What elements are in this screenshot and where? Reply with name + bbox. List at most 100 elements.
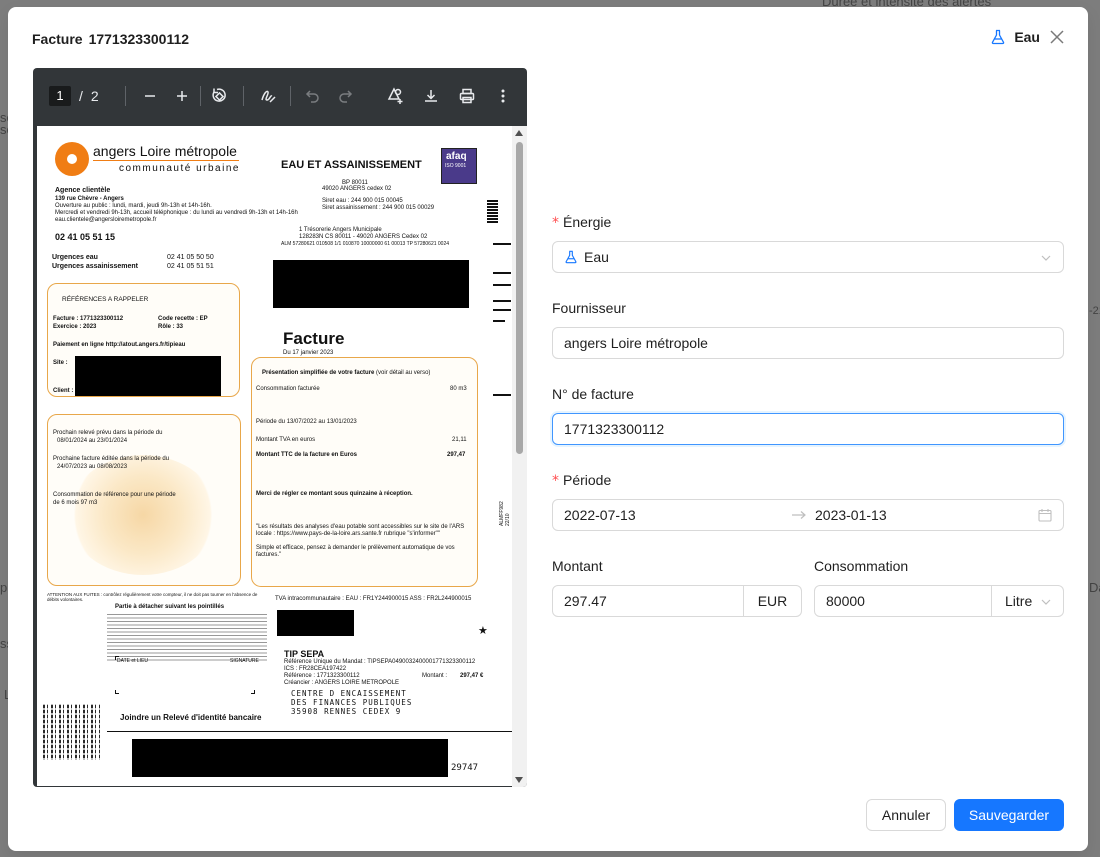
- zoom-out-icon[interactable]: [136, 82, 164, 110]
- agence-email: eau.clientele@angersloiremetropole.fr: [55, 217, 157, 223]
- montant-input[interactable]: 297.47: [552, 585, 744, 617]
- download-icon[interactable]: [417, 82, 445, 110]
- fold-mark: [493, 300, 511, 302]
- pdf-page: angers Loire métropole communauté urbain…: [37, 126, 512, 786]
- afaq-badge: afaq ISO 9001: [441, 148, 477, 184]
- energie-select[interactable]: Eau: [552, 241, 1064, 273]
- urgences-ass-label: Urgences assainissement: [52, 263, 138, 270]
- fournisseur-input[interactable]: angers Loire métropole: [552, 327, 1064, 359]
- toolbar-divider: [289, 86, 291, 106]
- energie-label: * Énergie: [552, 214, 612, 231]
- consommation-input[interactable]: 80000: [814, 585, 992, 617]
- fournisseur-label: Fournisseur: [552, 300, 626, 316]
- add-annotation-icon[interactable]: [381, 82, 409, 110]
- facture-heading: Facture: [283, 329, 345, 348]
- fournisseur-value: angers Loire métropole: [564, 335, 708, 351]
- modal-title-number: 1771323300112: [88, 31, 190, 47]
- pdf-toolbar: 1 / 2: [33, 68, 527, 124]
- header-energy: Eau: [990, 29, 1040, 45]
- fold-mark: [493, 284, 511, 286]
- signature-label: SIGNATURE: [230, 658, 259, 664]
- periode-start[interactable]: 2022-07-13: [564, 507, 791, 523]
- arrow-right-icon: [792, 511, 806, 519]
- fold-mark: [493, 243, 511, 245]
- unit-value: Litre: [1005, 593, 1033, 609]
- periode-end[interactable]: 2023-01-13: [815, 507, 1038, 523]
- save-button[interactable]: Sauvegarder: [954, 799, 1064, 831]
- unit-select[interactable]: Litre: [992, 585, 1064, 617]
- periode-range-picker[interactable]: 2022-07-13 2023-01-13: [552, 499, 1064, 531]
- star-mark: ★: [478, 625, 488, 637]
- fold-mark: [493, 309, 511, 311]
- scroll-down-icon[interactable]: [515, 777, 523, 783]
- zoom-in-icon[interactable]: [168, 82, 196, 110]
- energie-value: Eau: [584, 249, 609, 265]
- fold-mark: [493, 320, 505, 322]
- urgences-eau-label: Urgences eau: [52, 254, 98, 261]
- centre-line: 35908 RENNES CEDEX 9: [291, 707, 402, 716]
- background-text: p: [0, 580, 8, 595]
- page-separator: /: [79, 88, 83, 104]
- pdf-scroll-thumb[interactable]: [516, 142, 523, 454]
- tip-creancier: Créancier : ANGERS LOIRE METROPOLE: [284, 680, 400, 686]
- agence-title: Agence clientèle: [55, 187, 111, 194]
- redo-icon[interactable]: [331, 82, 359, 110]
- centre-line: DES FINANCES PUBLIQUES: [291, 698, 413, 707]
- detacher-text: Partie à détacher suivant les pointillés: [115, 604, 225, 610]
- tip-ics: ICS : FR28CEA197422: [284, 666, 347, 672]
- pdf-scrollbar[interactable]: [512, 126, 527, 787]
- periode-label: * Période: [552, 472, 612, 489]
- urgences-eau: 02 41 05 50 50: [167, 254, 214, 261]
- tresorerie: 128283N CS 80011 - 49020 ANGERS Cedex 02: [299, 234, 428, 240]
- pdf-viewer: 1 / 2 angers Loire métropole communauté …: [33, 68, 527, 787]
- facture-date: Du 17 janvier 2023: [283, 350, 334, 356]
- date-lieu: DATE et LIEU: [117, 658, 149, 664]
- invoice-modal: Facture 1771323300112 Eau 1 / 2 angers L…: [8, 7, 1088, 851]
- header-title: EAU ET ASSAINISSEMENT: [281, 159, 422, 171]
- close-icon[interactable]: [1046, 26, 1068, 48]
- required-mark: *: [552, 473, 559, 489]
- divider-line: [107, 731, 512, 732]
- numero-label: N° de facture: [552, 386, 634, 402]
- tva-intra: TVA intracommunautaire : EAU : FR1Y24490…: [275, 596, 472, 602]
- toolbar-divider: [124, 86, 126, 106]
- tip-montant-label: Montant :: [422, 673, 448, 679]
- consommation-label: Consommation: [814, 558, 909, 574]
- more-options-icon[interactable]: [489, 82, 517, 110]
- urgences-ass: 02 41 05 51 51: [167, 263, 214, 270]
- modal-title-label: Facture: [32, 31, 83, 47]
- centre-line: CENTRE D ENCAISSEMENT: [291, 689, 407, 698]
- numero-value: 1771323300112: [564, 421, 665, 437]
- redacted-client: [75, 356, 221, 396]
- joindre-rib: Joindre un Relevé d'identité bancaire: [120, 713, 262, 722]
- flask-icon: [992, 29, 1005, 45]
- tip-montant: 297,47 €: [460, 673, 484, 679]
- agence-hours: Ouverture au public : lundi, mardi, jeud…: [55, 203, 212, 209]
- montant-value: 297.47: [564, 593, 607, 609]
- toolbar-divider: [199, 86, 201, 106]
- numero-input[interactable]: 1771323300112: [552, 413, 1064, 445]
- scroll-up-icon[interactable]: [515, 130, 523, 136]
- consommation-value: 80000: [826, 593, 865, 609]
- chevron-down-icon: [1041, 599, 1051, 605]
- flask-icon: [565, 250, 577, 264]
- cancel-button[interactable]: Annuler: [866, 799, 946, 831]
- fit-page-icon[interactable]: [205, 82, 233, 110]
- undo-icon[interactable]: [299, 82, 327, 110]
- toolbar-divider: [242, 86, 244, 106]
- agence-phone: 02 41 05 51 15: [55, 232, 116, 242]
- background-text: Da: [1089, 580, 1100, 595]
- presentation-box: Présentation simplifiée de votre facture…: [251, 357, 478, 587]
- org-name: angers Loire métropole: [93, 143, 237, 159]
- mandate-fine-print: [107, 614, 267, 662]
- draw-icon[interactable]: [254, 82, 282, 110]
- fold-mark: [493, 272, 511, 274]
- calendar-icon: [1038, 509, 1052, 522]
- currency-addon: EUR: [744, 585, 802, 617]
- print-icon[interactable]: [453, 82, 481, 110]
- tresorerie: ALM 57280621 010508 1/1 010870 10000000 …: [281, 241, 450, 247]
- redacted-address: [273, 260, 469, 308]
- codeline-end: 29747: [451, 763, 479, 773]
- fold-mark: [493, 394, 511, 396]
- page-number-input[interactable]: 1: [49, 86, 71, 106]
